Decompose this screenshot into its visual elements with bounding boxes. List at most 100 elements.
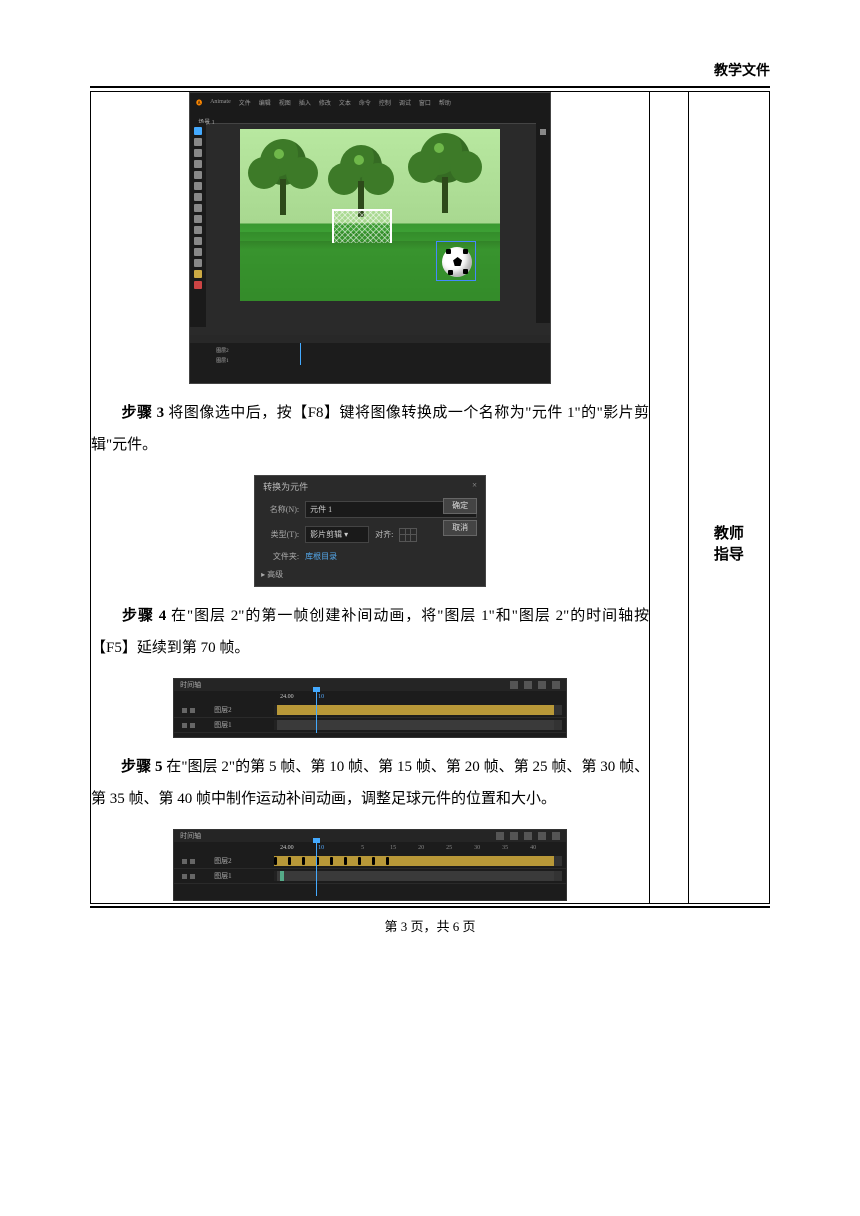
animate-window-screenshot: 🅐 Animate 文件 编辑 视图 插入 修改 文本 命令 控制 调试 窗口 … — [189, 92, 551, 384]
dialog-type-label: 类型(T): — [263, 529, 299, 540]
main-content-cell: 🅐 Animate 文件 编辑 视图 插入 修改 文本 命令 控制 调试 窗口 … — [91, 92, 650, 903]
tree-graphic — [420, 133, 470, 183]
menu-view: 视图 — [279, 98, 291, 107]
advanced-toggle: ▸ 高级 — [261, 569, 283, 580]
layer1-label: 图层1 — [214, 871, 232, 881]
timeline-btn-icon — [552, 681, 560, 689]
teacher-note-text: 指导 — [714, 547, 744, 563]
footer-rule-thick — [90, 906, 770, 908]
tree-graphic — [260, 139, 306, 185]
dialog-folder-link: 库根目录 — [305, 551, 337, 562]
tool-icon — [194, 259, 202, 267]
menu-text: 文本 — [339, 98, 351, 107]
dialog-align-label: 对齐: — [375, 529, 393, 540]
timeline-tab: 时间轴 — [180, 680, 201, 690]
ruler-tick: 25 — [446, 845, 452, 851]
tool-icon — [194, 160, 202, 168]
timeline-layer-row: 图层2 — [174, 703, 566, 718]
timeline-btn-icon — [524, 832, 532, 840]
teacher-note-text: 教师 — [714, 526, 744, 542]
menu-edit: 编辑 — [259, 98, 271, 107]
ruler-tick: 15 — [390, 845, 396, 851]
page-number: 第 3 页，共 6 页 — [90, 916, 770, 935]
menu-window: 窗口 — [419, 98, 431, 107]
close-icon: × — [472, 480, 477, 493]
frame-marker: 10 — [318, 845, 324, 851]
convert-to-symbol-dialog: 转换为元件 × 名称(N): 元件 1 类型(T): 影片剪辑 ▾ 对齐: — [254, 475, 486, 587]
timeline-btn-icon — [552, 832, 560, 840]
dialog-title: 转换为元件 — [263, 480, 308, 493]
playhead-icon — [316, 691, 317, 733]
timeline-layer-row: 图层2 — [174, 854, 566, 869]
step4-paragraph: 步骤 4 在"图层 2"的第一帧创建补间动画，将"图层 1"和"图层 2"的时间… — [91, 601, 649, 664]
timeline-ruler: 24.00 10 — [174, 691, 566, 703]
footer-rule-thin — [90, 903, 770, 904]
frame-marker: 10 — [318, 694, 324, 700]
tree-graphic — [340, 145, 382, 187]
tool-icon — [194, 171, 202, 179]
menu-modify: 修改 — [319, 98, 331, 107]
step4-text: 在"图层 2"的第一帧创建补间动画，将"图层 1"和"图层 2"的时间轴按【F5… — [91, 608, 649, 656]
ruler-tick: 40 — [530, 845, 536, 851]
ruler-tick: 20 — [418, 845, 424, 851]
goal-graphic — [332, 209, 392, 243]
step5-text: 在"图层 2"的第 5 帧、第 10 帧、第 15 帧、第 20 帧、第 25 … — [91, 759, 649, 807]
menu-animate: Animate — [210, 99, 231, 105]
dialog-type-select: 影片剪辑 ▾ — [305, 526, 369, 543]
playhead-icon — [316, 842, 317, 896]
timeline-btn-icon — [496, 832, 504, 840]
animate-scene-bar: 场景 1 — [190, 111, 550, 124]
cancel-button: 取消 — [443, 520, 477, 536]
timeline-ruler: 24.00 10 5 15 20 25 30 35 40 — [174, 842, 566, 854]
ok-button: 确定 — [443, 498, 477, 514]
menu-control: 控制 — [379, 98, 391, 107]
animate-right-panel — [536, 123, 550, 323]
dialog-name-label: 名称(N): — [263, 504, 299, 515]
step3-label: 步骤 3 — [121, 405, 164, 421]
step5-label: 步骤 5 — [121, 759, 162, 775]
tool-icon — [194, 193, 202, 201]
ruler-tick: 30 — [474, 845, 480, 851]
swatch-yellow-icon — [194, 270, 202, 278]
menu-help: 帮助 — [439, 98, 451, 107]
timeline-screenshot-2: 时间轴 24.00 10 5 15 — [173, 829, 567, 901]
step4-label: 步骤 4 — [121, 608, 166, 624]
tool-icon — [194, 149, 202, 157]
timeline-tab: 时间轴 — [180, 831, 201, 841]
step3-paragraph: 步骤 3 将图像选中后，按【F8】键将图像转换成一个名称为"元件 1"的"影片剪… — [91, 398, 649, 461]
animate-canvas — [240, 129, 500, 301]
menu-insert: 插入 — [299, 98, 311, 107]
document-type-header: 教学文件 — [90, 60, 770, 80]
menu-command: 命令 — [359, 98, 371, 107]
teacher-note-cell: 教师 指导 — [688, 92, 769, 903]
fps-label: 24.00 — [280, 694, 294, 700]
timeline-layer-row: 图层2 — [190, 345, 550, 355]
menu-debug: 调试 — [399, 98, 411, 107]
dialog-folder-label: 文件夹: — [263, 551, 299, 562]
tool-icon — [194, 248, 202, 256]
soccer-ball-graphic — [442, 247, 472, 277]
step3-text: 将图像选中后，按【F8】键将图像转换成一个名称为"元件 1"的"影片剪辑"元件。 — [91, 405, 649, 453]
animate-menubar: 🅐 Animate 文件 编辑 视图 插入 修改 文本 命令 控制 调试 窗口 … — [190, 93, 550, 111]
header-rule-thick — [90, 86, 770, 88]
timeline-btn-icon — [538, 681, 546, 689]
timeline-layer-row: 图层1 — [190, 355, 550, 365]
middle-empty-cell — [650, 92, 689, 903]
timeline-screenshot-1: 时间轴 24.00 10 图层2 — [173, 678, 567, 738]
fps-label: 24.00 — [280, 845, 294, 851]
tool-icon — [194, 138, 202, 146]
playhead-icon — [300, 343, 301, 365]
tool-icon — [194, 182, 202, 190]
align-grid-icon — [399, 528, 417, 542]
logo-icon: 🅐 — [196, 98, 202, 107]
timeline-btn-icon — [510, 832, 518, 840]
timeline-btn-icon — [538, 832, 546, 840]
ruler-tick: 35 — [502, 845, 508, 851]
ruler-tick: 5 — [361, 845, 364, 851]
tool-icon — [194, 237, 202, 245]
selection-tool-icon — [194, 127, 202, 135]
tool-icon — [194, 215, 202, 223]
layer2-label: 图层2 — [214, 705, 232, 715]
swatch-red-icon — [194, 281, 202, 289]
menu-file: 文件 — [239, 98, 251, 107]
